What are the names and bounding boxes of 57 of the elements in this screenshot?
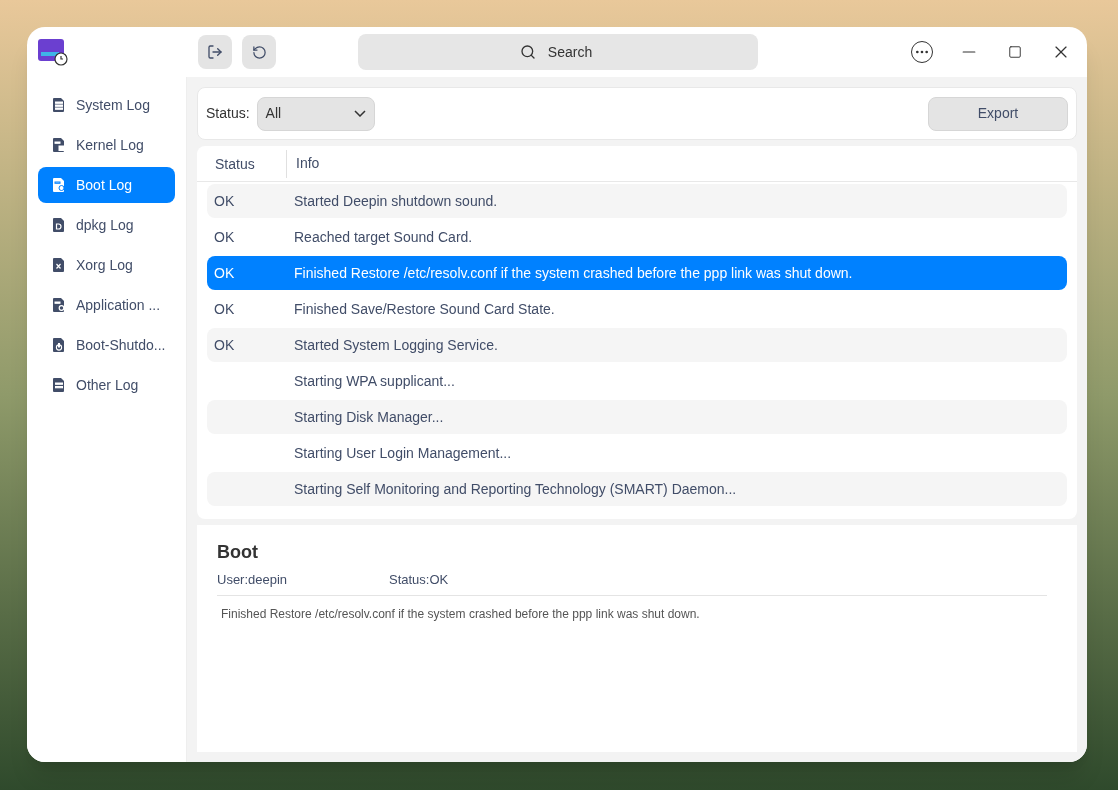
table-cell-text: Starting Disk Manager... [294, 407, 444, 427]
refresh-icon [251, 44, 267, 60]
table-cell-text: Finished Restore /etc/resolv.conf if the system crashed before the ppp link was shut down. [294, 263, 853, 283]
sidebar-item[interactable]: Kernel Log [38, 127, 175, 163]
table-row[interactable]: Starting User Login Management... [207, 436, 1067, 470]
document-icon [52, 97, 66, 113]
export-button[interactable]: Export [928, 96, 1068, 131]
document-icon [52, 217, 66, 233]
detail-message: Finished Restore /etc/resolv.conf if the system crashed before the ppp link was shut down. [220, 605, 701, 623]
sidebar-item[interactable]: Xorg Log [38, 247, 175, 283]
column-header[interactable]: Status [197, 149, 287, 178]
document-icon [52, 177, 66, 193]
exit-icon [207, 44, 223, 60]
status-text: Status:OK [389, 571, 449, 589]
app-logo-icon [37, 38, 69, 66]
table-row[interactable]: Starting WPA supplicant... [207, 364, 1067, 398]
chevron-down-icon [353, 110, 366, 117]
table-cell-text: Started System Logging Service. [294, 335, 498, 355]
table-cell-text: Starting Self Monitoring and Reporting Technology (SMART) Daemon... [294, 479, 737, 499]
sidebar-item[interactable]: System Log [38, 87, 175, 123]
table-cell-text: OK [214, 263, 235, 283]
table-cell-text: Finished Save/Restore Sound Card State. [294, 299, 555, 319]
column-header[interactable]: Info [287, 153, 320, 174]
sidebar-item[interactable]: Boot-Shutdo... [38, 327, 175, 363]
status-label: Status: [206, 104, 250, 123]
table-cell-text: Starting WPA supplicant... [294, 371, 455, 391]
sidebar-item[interactable]: Other Log [38, 367, 175, 403]
search-icon [520, 44, 536, 60]
table-cell-text: Started Deepin shutdown sound. [294, 191, 498, 211]
table-cell-text: Starting User Login Management... [294, 443, 512, 463]
document-icon [52, 337, 66, 353]
table-row[interactable]: Starting Self Monitoring and Reporting Technology (SMART) Daemon... [207, 472, 1067, 506]
export-log-button[interactable] [198, 35, 232, 69]
maximize-icon[interactable] [1008, 45, 1022, 59]
sidebar-item[interactable]: Boot Log [38, 167, 175, 203]
table-row[interactable]: OK Finished Save/Restore Sound Card State. [207, 292, 1067, 326]
refresh-button[interactable] [242, 35, 276, 69]
document-icon [52, 137, 66, 153]
search-field[interactable]: Search [358, 34, 758, 70]
document-icon [52, 257, 66, 273]
table-cell-text: OK [214, 227, 235, 247]
table-row[interactable]: Starting Disk Manager... [207, 400, 1067, 434]
table-row[interactable]: OK Started Deepin shutdown sound. [207, 184, 1067, 218]
table-cell-text: OK [214, 299, 235, 319]
sidebar-item[interactable]: dpkg Log [38, 207, 175, 243]
table-cell-text: OK [214, 335, 235, 355]
user-text: User:deepin [217, 571, 289, 589]
document-icon [52, 377, 66, 393]
table-cell-text: Reached target Sound Card. [294, 227, 473, 247]
detail-title: Boot [217, 541, 259, 564]
table-row[interactable]: OK Started System Logging Service. [207, 328, 1067, 362]
table-row[interactable]: OK Finished Restore /etc/resolv.conf if the system crashed before the ppp link was shut down. [207, 256, 1067, 290]
table-row[interactable]: OK Reached target Sound Card. [207, 220, 1067, 254]
document-icon [52, 297, 66, 313]
sidebar-item[interactable]: Application ... [38, 287, 175, 323]
table-cell-text: OK [214, 191, 235, 211]
status-dropdown[interactable]: All [256, 96, 375, 131]
